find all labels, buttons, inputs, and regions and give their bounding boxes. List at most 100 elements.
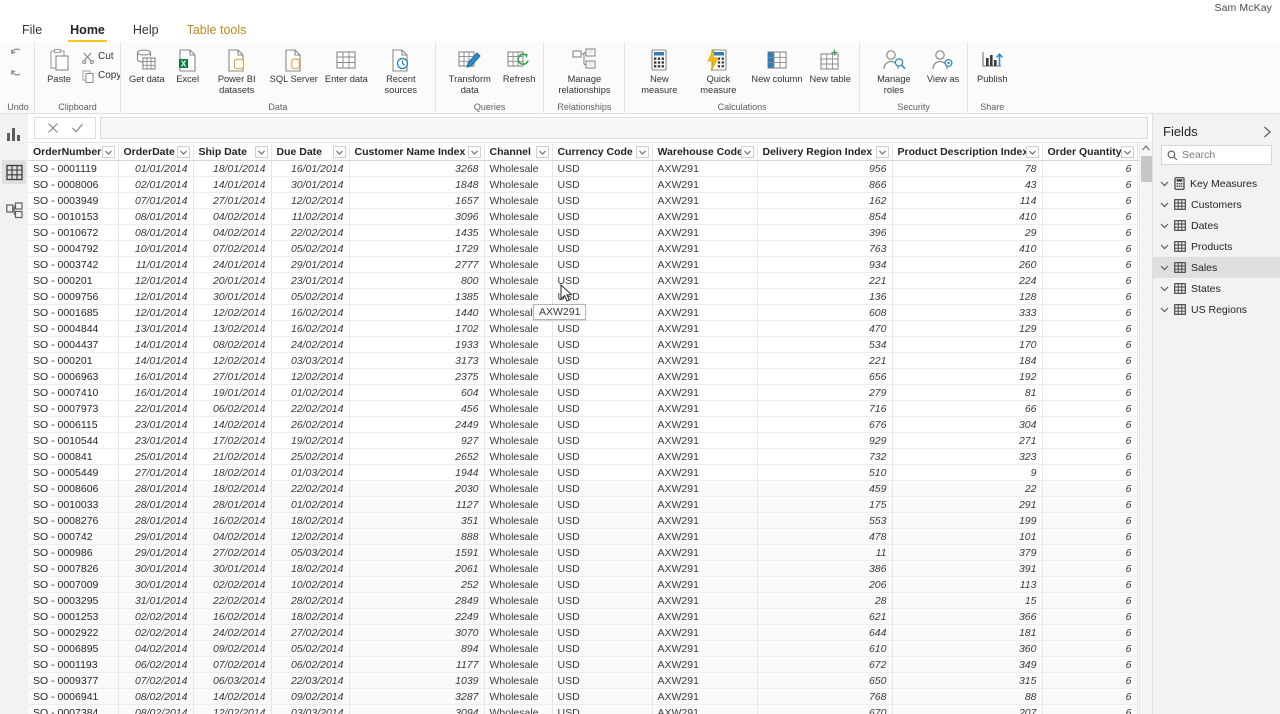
- table-cell[interactable]: 2777: [349, 256, 485, 273]
- table-cell[interactable]: 14/01/2014: [193, 176, 272, 193]
- table-cell[interactable]: 672: [757, 656, 893, 673]
- table-cell[interactable]: SO - 0010672: [28, 224, 119, 241]
- table-cell[interactable]: 09/02/2014: [193, 640, 272, 657]
- table-cell[interactable]: 1702: [349, 320, 485, 337]
- table-cell[interactable]: SO - 0010033: [28, 496, 119, 513]
- chevron-down-icon[interactable]: [1160, 244, 1169, 250]
- column-filter-dropdown-icon[interactable]: [332, 146, 346, 158]
- table-cell[interactable]: AXW291: [652, 480, 758, 497]
- table-cell[interactable]: 6: [1042, 640, 1138, 657]
- table-cell[interactable]: AXW291: [652, 688, 758, 705]
- column-header-channel[interactable]: Channel: [484, 142, 553, 161]
- table-cell[interactable]: AXW291: [652, 512, 758, 529]
- table-cell[interactable]: 16/01/2014: [118, 368, 194, 385]
- table-cell[interactable]: 07/02/2014: [193, 240, 272, 257]
- table-cell[interactable]: 478: [757, 528, 893, 545]
- table-cell[interactable]: SO - 0003295: [28, 592, 119, 609]
- table-cell[interactable]: 6: [1042, 672, 1138, 689]
- table-cell[interactable]: AXW291: [652, 528, 758, 545]
- table-cell[interactable]: 2375: [349, 368, 485, 385]
- ribbon-tab-file[interactable]: File: [8, 23, 56, 42]
- table-cell[interactable]: Wholesale: [484, 288, 553, 305]
- table-cell[interactable]: 6: [1042, 224, 1138, 241]
- table-cell[interactable]: 854: [757, 208, 893, 225]
- table-cell[interactable]: USD: [552, 608, 653, 625]
- table-cell[interactable]: 05/02/2014: [271, 288, 350, 305]
- table-cell[interactable]: SO - 000841: [28, 448, 119, 465]
- table-cell[interactable]: SO - 0004792: [28, 240, 119, 257]
- table-cell[interactable]: AXW291: [652, 400, 758, 417]
- table-cell[interactable]: 6: [1042, 176, 1138, 193]
- table-cell[interactable]: 28/01/2014: [118, 512, 194, 529]
- table-cell[interactable]: 22/02/2014: [271, 400, 350, 417]
- table-cell[interactable]: SO - 0007410: [28, 384, 119, 401]
- table-cell[interactable]: AXW291: [652, 288, 758, 305]
- table-cell[interactable]: 6: [1042, 464, 1138, 481]
- column-filter-dropdown-icon[interactable]: [176, 146, 190, 158]
- table-cell[interactable]: 30/01/2014: [118, 576, 194, 593]
- new-column-button[interactable]: New column: [748, 45, 805, 85]
- ribbon-tab-help[interactable]: Help: [119, 23, 173, 42]
- table-cell[interactable]: 351: [349, 512, 485, 529]
- table-cell[interactable]: AXW291: [652, 432, 758, 449]
- table-cell[interactable]: 28/01/2014: [118, 480, 194, 497]
- table-cell[interactable]: 2030: [349, 480, 485, 497]
- table-row[interactable]: SO - 0004844 13/01/2014 13/02/2014 16/02/20…: [28, 320, 1152, 337]
- column-header-customer-name-index[interactable]: Customer Name Index: [349, 142, 485, 161]
- table-cell[interactable]: USD: [552, 384, 653, 401]
- table-cell[interactable]: 12/01/2014: [118, 272, 194, 289]
- table-cell[interactable]: SO - 0007826: [28, 560, 119, 577]
- table-cell[interactable]: 02/02/2014: [118, 624, 194, 641]
- table-cell[interactable]: Wholesale: [484, 528, 553, 545]
- table-cell[interactable]: 30/01/2014: [118, 560, 194, 577]
- table-cell[interactable]: 27/01/2014: [193, 192, 272, 209]
- table-cell[interactable]: USD: [552, 624, 653, 641]
- publish-button[interactable]: Publish: [973, 45, 1011, 85]
- table-cell[interactable]: Wholesale: [484, 544, 553, 561]
- table-cell[interactable]: 12/01/2014: [118, 304, 194, 321]
- refresh-button[interactable]: Refresh: [500, 45, 539, 85]
- table-row[interactable]: SO - 0006115 23/01/2014 14/02/2014 26/02/20…: [28, 416, 1152, 433]
- table-cell[interactable]: 956: [757, 160, 893, 177]
- table-cell[interactable]: USD: [552, 656, 653, 673]
- table-cell[interactable]: 08/02/2014: [118, 704, 194, 714]
- table-cell[interactable]: 14/01/2014: [118, 352, 194, 369]
- table-row[interactable]: SO - 0007973 22/01/2014 06/02/2014 22/02/20…: [28, 400, 1152, 417]
- table-cell[interactable]: USD: [552, 160, 653, 177]
- table-cell[interactable]: 470: [757, 320, 893, 337]
- table-cell[interactable]: Wholesale: [484, 688, 553, 705]
- table-cell[interactable]: 23/01/2014: [118, 432, 194, 449]
- table-cell[interactable]: SO - 0002922: [28, 624, 119, 641]
- table-cell[interactable]: 6: [1042, 288, 1138, 305]
- table-cell[interactable]: SO - 0001193: [28, 656, 119, 673]
- table-cell[interactable]: 934: [757, 256, 893, 273]
- table-cell[interactable]: 06/02/2014: [271, 656, 350, 673]
- field-item-dates[interactable]: Dates: [1153, 215, 1280, 236]
- chevron-down-icon[interactable]: [1160, 265, 1169, 271]
- table-cell[interactable]: USD: [552, 208, 653, 225]
- table-cell[interactable]: 27/01/2014: [193, 368, 272, 385]
- column-filter-dropdown-icon[interactable]: [740, 146, 754, 158]
- table-cell[interactable]: 136: [757, 288, 893, 305]
- table-cell[interactable]: 16/02/2014: [271, 320, 350, 337]
- table-cell[interactable]: 6: [1042, 400, 1138, 417]
- table-cell[interactable]: USD: [552, 368, 653, 385]
- table-cell[interactable]: 01/02/2014: [271, 384, 350, 401]
- field-item-products[interactable]: Products: [1153, 236, 1280, 257]
- table-cell[interactable]: 29: [892, 224, 1043, 241]
- table-cell[interactable]: 553: [757, 512, 893, 529]
- table-cell[interactable]: 22/02/2014: [271, 224, 350, 241]
- table-cell[interactable]: 379: [892, 544, 1043, 561]
- table-cell[interactable]: SO - 0008606: [28, 480, 119, 497]
- table-cell[interactable]: 16/01/2014: [118, 384, 194, 401]
- table-cell[interactable]: SO - 0008276: [28, 512, 119, 529]
- table-cell[interactable]: USD: [552, 480, 653, 497]
- table-cell[interactable]: AXW291: [652, 384, 758, 401]
- table-cell[interactable]: 763: [757, 240, 893, 257]
- table-cell[interactable]: 410: [892, 240, 1043, 257]
- table-cell[interactable]: USD: [552, 528, 653, 545]
- table-cell[interactable]: 866: [757, 176, 893, 193]
- table-cell[interactable]: USD: [552, 256, 653, 273]
- table-cell[interactable]: 3287: [349, 688, 485, 705]
- table-cell[interactable]: 02/01/2014: [118, 176, 194, 193]
